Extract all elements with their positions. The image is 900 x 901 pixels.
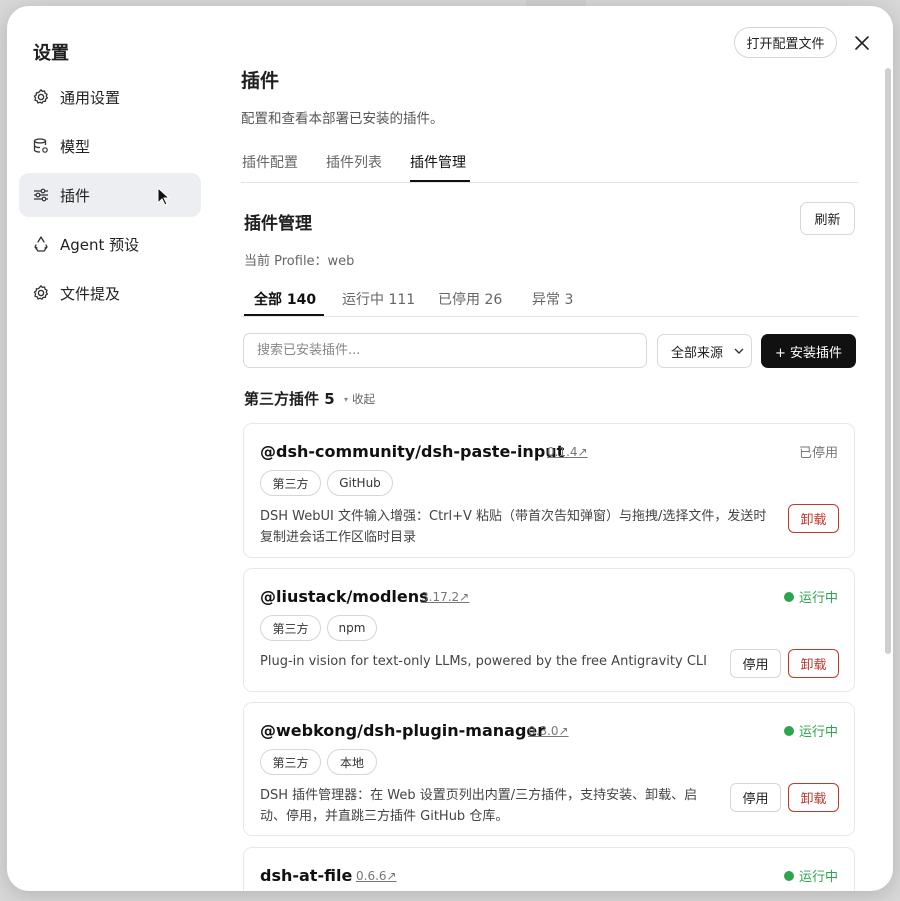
refresh-button[interactable]: 刷新 bbox=[800, 202, 855, 235]
status-text: 运行中 bbox=[798, 725, 838, 740]
sidebar-item-label: 文件提及 bbox=[60, 284, 121, 303]
page-description: 配置和查看本部署已安装的插件。 bbox=[241, 111, 444, 127]
tag-third-party: 第三方 bbox=[260, 749, 321, 775]
status-badge: 运行中 bbox=[783, 587, 838, 606]
plugin-name: @webkong/dsh-plugin-manager bbox=[260, 721, 546, 740]
sliders-icon bbox=[32, 186, 50, 204]
status-text: 已停用 bbox=[798, 446, 838, 461]
plugin-card: @liustack/modlens 3.17.2↗ 运行中 第三方 npm Pl… bbox=[243, 568, 855, 692]
disable-button[interactable]: 停用 bbox=[730, 649, 781, 678]
status-filter-tabs: 全部 140 运行中 111 已停用 26 异常 3 bbox=[241, 281, 858, 317]
status-badge: 运行中 bbox=[783, 866, 838, 885]
install-plugin-button[interactable]: + 安装插件 bbox=[761, 334, 856, 368]
status-dot-icon bbox=[783, 870, 794, 881]
sidebar-item-models[interactable]: 模型 bbox=[19, 124, 201, 168]
filter-disabled[interactable]: 已停用 26 bbox=[438, 289, 502, 309]
source-select-value: 全部来源 bbox=[671, 345, 724, 361]
plugin-description-line: Plug-in vision for text-only LLMs, power… bbox=[260, 654, 707, 669]
filter-error[interactable]: 异常 3 bbox=[532, 289, 573, 309]
page-tabs: 插件配置 插件列表 插件管理 bbox=[241, 143, 858, 183]
status-badge: 运行中 bbox=[783, 721, 838, 740]
tab-plugin-management[interactable]: 插件管理 bbox=[410, 152, 466, 172]
collapse-toggle[interactable]: ▾ 收起 bbox=[344, 391, 375, 407]
plugin-name: @liustack/modlens bbox=[260, 587, 429, 606]
uninstall-button[interactable]: 卸载 bbox=[788, 504, 839, 533]
plugin-description-line: DSH WebUI 文件输入增强：Ctrl+V 粘贴（带首次告知弹窗）与拖拽/选… bbox=[260, 509, 767, 524]
status-dot-icon bbox=[783, 591, 794, 602]
scrollbar-thumb[interactable] bbox=[885, 68, 891, 654]
gear-icon bbox=[32, 284, 50, 302]
modal-title: 设置 bbox=[33, 43, 69, 64]
uninstall-button[interactable]: 卸载 bbox=[788, 783, 839, 812]
sidebar-item-label: 模型 bbox=[60, 137, 91, 156]
filter-all[interactable]: 全部 140 bbox=[254, 289, 316, 309]
plugin-version-link[interactable]: 0.1.4↗ bbox=[547, 445, 588, 459]
source-select[interactable]: 全部来源 bbox=[657, 334, 752, 368]
sidebar-item-file-mentions[interactable]: 文件提及 bbox=[19, 271, 201, 315]
active-tab-indicator bbox=[410, 180, 470, 182]
tab-plugin-config[interactable]: 插件配置 bbox=[242, 152, 298, 172]
tab-plugin-list[interactable]: 插件列表 bbox=[326, 152, 382, 172]
tag-third-party: 第三方 bbox=[260, 615, 321, 641]
current-profile: 当前 Profile：web bbox=[244, 254, 355, 269]
sidebar-item-label: 插件 bbox=[60, 186, 91, 205]
filter-running[interactable]: 运行中 111 bbox=[342, 289, 415, 309]
chevron-down-icon bbox=[733, 345, 745, 357]
gear-icon bbox=[32, 88, 50, 106]
plugin-name: dsh-at-file bbox=[260, 866, 353, 885]
plugin-card: @dsh-community/dsh-paste-input 0.1.4↗ 已停… bbox=[243, 423, 855, 558]
tag-source: GitHub bbox=[327, 470, 393, 496]
plugin-card: @webkong/dsh-plugin-manager 0.3.0↗ 运行中 第… bbox=[243, 702, 855, 836]
plugin-version-link[interactable]: 3.17.2↗ bbox=[421, 590, 469, 604]
search-input[interactable] bbox=[243, 333, 647, 368]
database-icon bbox=[32, 137, 50, 155]
sidebar-item-label: 通用设置 bbox=[60, 88, 121, 107]
page-title: 插件 bbox=[241, 70, 280, 92]
triangle-down-icon: ▾ bbox=[344, 394, 349, 404]
status-dot-icon bbox=[783, 725, 794, 736]
active-filter-indicator bbox=[244, 314, 324, 316]
plugin-description-line: 复制进会话工作区临时目录 bbox=[260, 530, 417, 545]
plugin-card: dsh-at-file 0.6.6↗ 运行中 bbox=[243, 847, 855, 891]
plugin-description-line: 动、停用，并直跳三方插件 GitHub 仓库。 bbox=[260, 809, 509, 824]
plugin-content: 插件 配置和查看本部署已安装的插件。 插件配置 插件列表 插件管理 插件管理 刷… bbox=[241, 6, 858, 891]
disable-button[interactable]: 停用 bbox=[730, 783, 781, 812]
plugin-description-line: DSH 插件管理器：在 Web 设置页列出内置/三方插件，支持安装、卸载、启 bbox=[260, 788, 698, 803]
status-text: 运行中 bbox=[798, 870, 838, 885]
sidebar-item-label: Agent 预设 bbox=[60, 235, 140, 254]
plugin-description: Plug-in vision for text-only LLMs, power… bbox=[260, 651, 780, 672]
tag-source: 本地 bbox=[327, 749, 377, 775]
plugin-description: DSH 插件管理器：在 Web 设置页列出内置/三方插件，支持安装、卸载、启 动… bbox=[260, 785, 710, 827]
plugin-version-link[interactable]: 0.3.0↗ bbox=[528, 724, 569, 738]
tag-third-party: 第三方 bbox=[260, 470, 321, 496]
plugin-name: @dsh-community/dsh-paste-input bbox=[260, 442, 565, 461]
settings-modal: 设置 打开配置文件 通用设置 模型 插件 Agent 预设 文件提及 插件 配置… bbox=[7, 6, 893, 891]
sidebar-item-agent-presets[interactable]: Agent 预设 bbox=[19, 222, 201, 266]
plugin-description: DSH WebUI 文件输入增强：Ctrl+V 粘贴（带首次告知弹窗）与拖拽/选… bbox=[260, 506, 780, 548]
plugin-version-link[interactable]: 0.6.6↗ bbox=[356, 869, 397, 883]
mouse-cursor-icon bbox=[157, 186, 171, 207]
status-text: 运行中 bbox=[798, 591, 838, 606]
status-badge: 已停用 bbox=[799, 442, 838, 461]
collapse-label: 收起 bbox=[352, 392, 376, 406]
uninstall-button[interactable]: 卸载 bbox=[788, 649, 839, 678]
section-title: 插件管理 bbox=[244, 214, 312, 234]
recycle-icon bbox=[32, 235, 50, 253]
sidebar-item-plugins[interactable]: 插件 bbox=[19, 173, 201, 217]
sidebar-item-general[interactable]: 通用设置 bbox=[19, 75, 201, 119]
group-title: 第三方插件 5 bbox=[244, 390, 335, 408]
tag-source: npm bbox=[327, 615, 377, 641]
